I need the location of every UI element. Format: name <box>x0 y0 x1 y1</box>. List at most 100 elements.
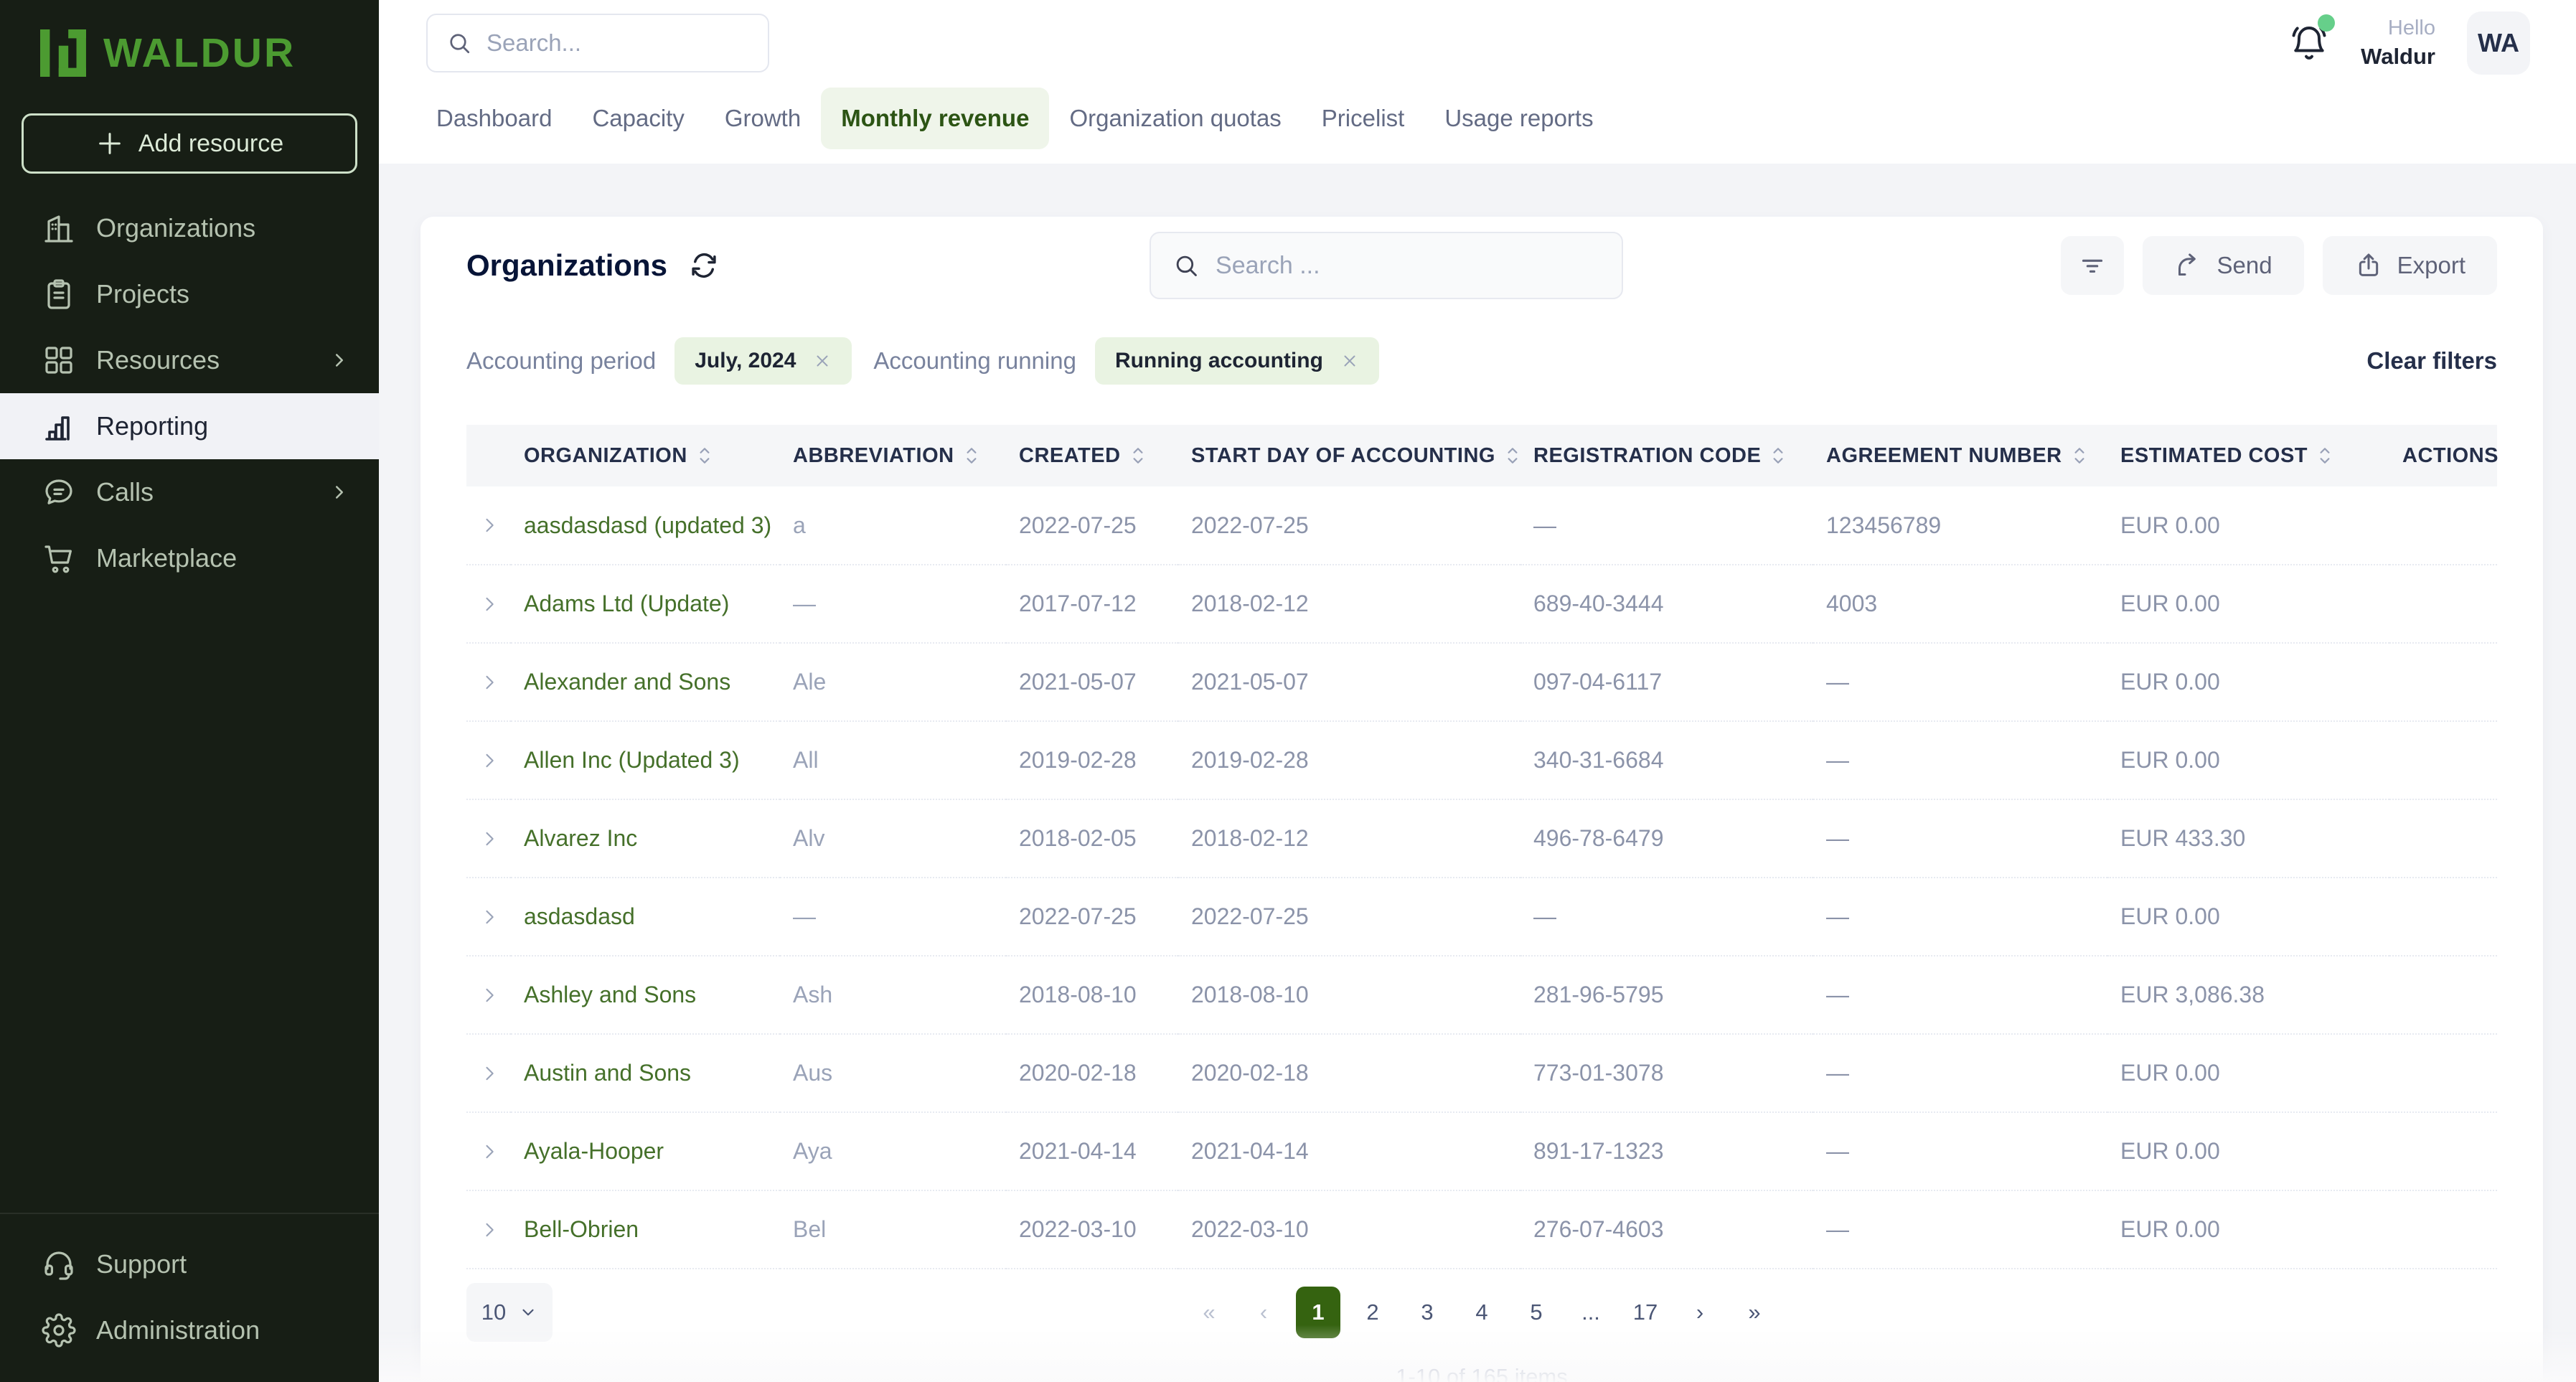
page-first-button[interactable]: « <box>1187 1287 1231 1338</box>
agreement-number-cell: — <box>1813 956 2107 1034</box>
organization-link[interactable]: Bell-Obrien <box>524 1216 639 1242</box>
row-expander[interactable] <box>466 956 511 1034</box>
organization-link[interactable]: Ashley and Sons <box>524 982 696 1007</box>
sidebar-item-calls[interactable]: Calls <box>0 459 379 525</box>
actions-cell <box>2389 565 2497 643</box>
sidebar-item-resources[interactable]: Resources <box>0 327 379 393</box>
avatar[interactable]: WA <box>2467 11 2530 75</box>
page-button-5[interactable]: 5 <box>1514 1287 1559 1338</box>
global-search-input[interactable] <box>486 29 749 57</box>
sidebar-item-projects[interactable]: Projects <box>0 261 379 327</box>
row-expander[interactable] <box>466 486 511 565</box>
table-header-row: ORGANIZATION ABBREVIATION CREATED START … <box>466 425 2497 486</box>
start-day-cell: 2018-08-10 <box>1178 956 1520 1034</box>
table-row: aasdasdasd (updated 3) a 2022-07-25 2022… <box>466 486 2497 565</box>
page-last-button[interactable]: » <box>1732 1287 1777 1338</box>
page-prev-button[interactable]: ‹ <box>1241 1287 1286 1338</box>
row-expander[interactable] <box>466 878 511 956</box>
col-start-day[interactable]: START DAY OF ACCOUNTING <box>1178 425 1520 486</box>
organization-link[interactable]: Alvarez Inc <box>524 825 637 851</box>
agreement-number-cell: — <box>1813 1034 2107 1112</box>
row-expander[interactable] <box>466 1190 511 1269</box>
row-expander[interactable] <box>466 799 511 878</box>
created-cell: 2017-07-12 <box>1006 565 1178 643</box>
chevron-right-icon <box>479 515 499 535</box>
user-greeting: Hello Waldur <box>2361 15 2435 71</box>
send-label: Send <box>2217 252 2272 279</box>
tab-monthly-revenue[interactable]: Monthly revenue <box>821 88 1049 149</box>
organization-link[interactable]: asdasdasd <box>524 903 635 929</box>
plus-icon <box>95 129 124 158</box>
row-expander[interactable] <box>466 643 511 721</box>
chevron-right-icon <box>479 751 499 771</box>
filter-chip-accounting-running[interactable]: Running accounting <box>1095 337 1379 385</box>
organization-link[interactable]: Alexander and Sons <box>524 669 730 695</box>
page-button-3[interactable]: 3 <box>1405 1287 1449 1338</box>
export-icon <box>2354 251 2383 280</box>
tab-usage-reports[interactable]: Usage reports <box>1424 88 1613 149</box>
organization-link[interactable]: aasdasdasd (updated 3) <box>524 512 771 538</box>
row-expander[interactable] <box>466 1112 511 1190</box>
tab-pricelist[interactable]: Pricelist <box>1302 88 1425 149</box>
sidebar-item-organizations[interactable]: Organizations <box>0 195 379 261</box>
tab-capacity[interactable]: Capacity <box>572 88 704 149</box>
table-row: Ayala-Hooper Aya 2021-04-14 2021-04-14 8… <box>466 1112 2497 1190</box>
notifications-button[interactable] <box>2289 23 2329 63</box>
sidebar-item-reporting[interactable]: Reporting <box>0 393 379 459</box>
sidebar-item-administration[interactable]: Administration <box>0 1297 379 1363</box>
col-abbreviation[interactable]: ABBREVIATION <box>780 425 1006 486</box>
col-organization[interactable]: ORGANIZATION <box>511 425 780 486</box>
page-button-1[interactable]: 1 <box>1296 1287 1340 1338</box>
col-created[interactable]: CREATED <box>1006 425 1178 486</box>
close-icon[interactable] <box>1340 352 1359 370</box>
page-next-button[interactable]: › <box>1678 1287 1722 1338</box>
sidebar-item-support[interactable]: Support <box>0 1231 379 1297</box>
page-button-4[interactable]: 4 <box>1459 1287 1504 1338</box>
add-resource-button[interactable]: Add resource <box>22 113 357 174</box>
organization-link[interactable]: Adams Ltd (Update) <box>524 591 729 616</box>
app-logo[interactable]: WALDUR <box>0 0 379 85</box>
tab-growth[interactable]: Growth <box>705 88 821 149</box>
table-row: Allen Inc (Updated 3) All 2019-02-28 201… <box>466 721 2497 799</box>
tab-dashboard[interactable]: Dashboard <box>416 88 572 149</box>
organization-link[interactable]: Ayala-Hooper <box>524 1138 664 1164</box>
shopping-cart-icon <box>42 541 76 575</box>
filter-chip-accounting-period[interactable]: July, 2024 <box>674 337 852 385</box>
col-estimated-cost[interactable]: ESTIMATED COST <box>2107 425 2389 486</box>
global-search[interactable] <box>426 14 769 72</box>
export-button[interactable]: Export <box>2323 236 2497 295</box>
start-day-cell: 2022-03-10 <box>1178 1190 1520 1269</box>
row-expander[interactable] <box>466 721 511 799</box>
sidebar: WALDUR Add resource Organizations <box>0 0 379 1382</box>
table-row: Alexander and Sons Ale 2021-05-07 2021-0… <box>466 643 2497 721</box>
page-size-select[interactable]: 10 <box>466 1283 553 1342</box>
table-row: Ashley and Sons Ash 2018-08-10 2018-08-1… <box>466 956 2497 1034</box>
tab-organization-quotas[interactable]: Organization quotas <box>1049 88 1301 149</box>
filter-button[interactable] <box>2061 236 2124 295</box>
close-icon[interactable] <box>813 352 832 370</box>
table-search[interactable] <box>1150 232 1623 299</box>
refresh-button[interactable] <box>689 250 719 281</box>
sidebar-item-marketplace[interactable]: Marketplace <box>0 525 379 591</box>
page-button-2[interactable]: 2 <box>1350 1287 1395 1338</box>
send-button[interactable]: Send <box>2143 236 2304 295</box>
organizations-table: ORGANIZATION ABBREVIATION CREATED START … <box>466 425 2497 1269</box>
clear-filters-link[interactable]: Clear filters <box>2366 347 2497 375</box>
col-registration-code[interactable]: REGISTRATION CODE <box>1520 425 1813 486</box>
col-agreement-number[interactable]: AGREEMENT NUMBER <box>1813 425 2107 486</box>
abbreviation-cell: Aus <box>780 1034 1006 1112</box>
sidebar-item-label: Support <box>96 1249 187 1279</box>
organization-link[interactable]: Allen Inc (Updated 3) <box>524 747 740 773</box>
estimated-cost-cell: EUR 0.00 <box>2107 1112 2389 1190</box>
registration-code-cell: — <box>1520 486 1813 565</box>
sort-icon <box>2072 446 2087 466</box>
row-expander[interactable] <box>466 565 511 643</box>
clipboard-icon <box>42 277 76 311</box>
page-button-17[interactable]: 17 <box>1623 1287 1668 1338</box>
registration-code-cell: 496-78-6479 <box>1520 799 1813 878</box>
table-search-input[interactable] <box>1216 252 1600 280</box>
row-expander[interactable] <box>466 1034 511 1112</box>
actions-cell <box>2389 721 2497 799</box>
organization-link[interactable]: Austin and Sons <box>524 1060 691 1086</box>
chevron-right-icon <box>479 1063 499 1083</box>
